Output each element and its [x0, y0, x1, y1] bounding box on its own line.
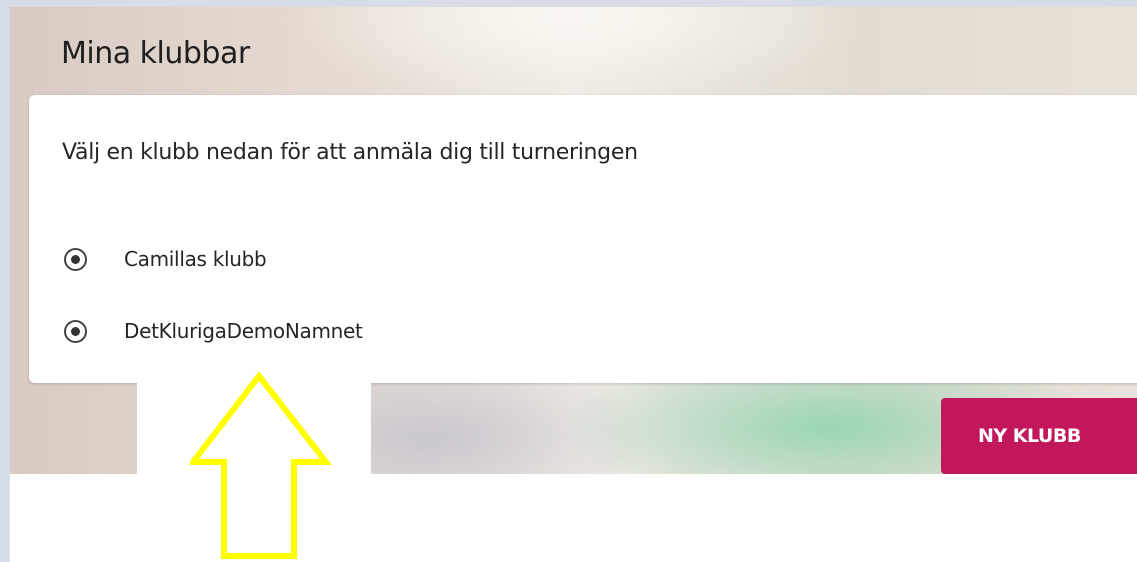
club-option-detklurigademonamnet[interactable]: DetKlurigaDemoNamnet — [64, 316, 363, 346]
arrow-up-icon — [190, 372, 332, 559]
club-option-camillas-klubb[interactable]: Camillas klubb — [64, 244, 267, 274]
radio-button-icon[interactable] — [64, 247, 87, 271]
window-frame-top — [0, 0, 1137, 7]
radio-button-icon[interactable] — [64, 319, 87, 343]
instruction-text: Välj en klubb nedan för att anmäla dig t… — [62, 140, 638, 165]
club-option-label: Camillas klubb — [124, 247, 267, 271]
new-club-button[interactable]: NY KLUBB — [941, 398, 1137, 474]
radio-dot-icon — [71, 254, 80, 264]
radio-dot-icon — [71, 326, 80, 336]
window-frame-left — [0, 0, 10, 562]
page-title: Mina klubbar — [61, 36, 250, 71]
club-option-label: DetKlurigaDemoNamnet — [124, 319, 363, 343]
